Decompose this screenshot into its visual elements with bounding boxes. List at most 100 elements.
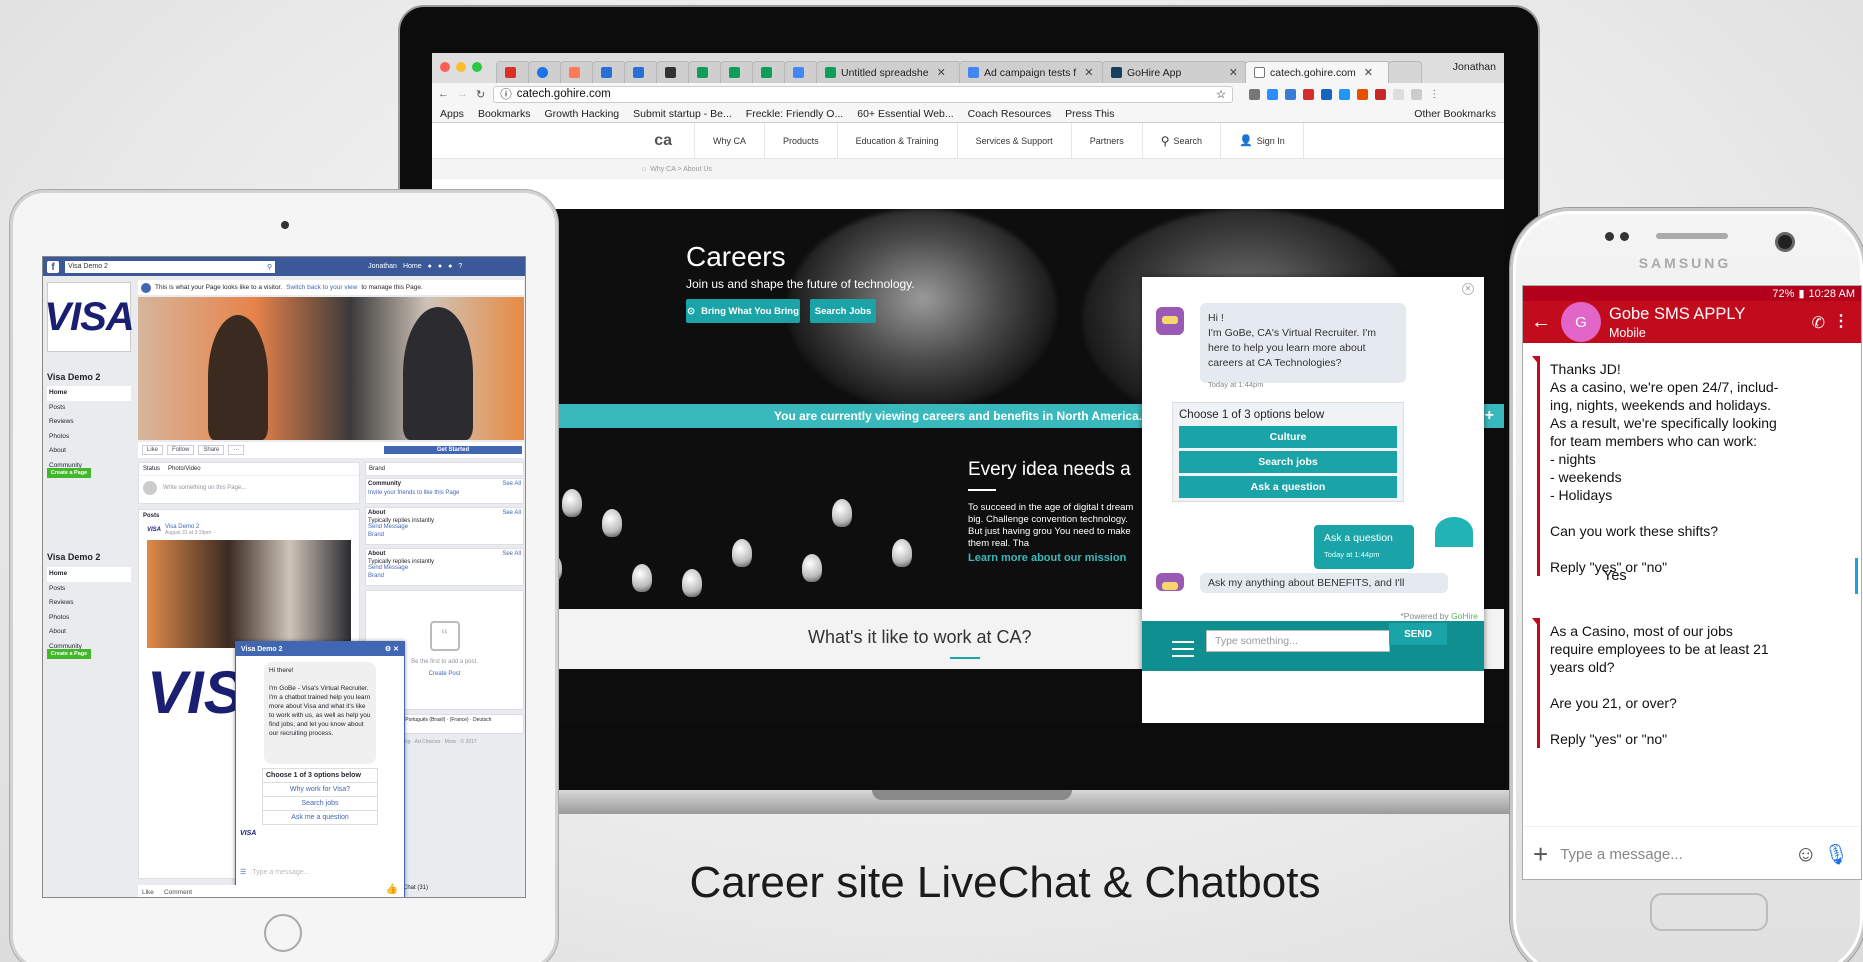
tab-sheet-1[interactable] xyxy=(688,61,722,83)
extension-icon[interactable] xyxy=(1411,88,1423,100)
share-button[interactable]: Share xyxy=(198,445,225,455)
bookmark-press-this[interactable]: Press This xyxy=(1065,108,1114,120)
extension-icon[interactable] xyxy=(1393,88,1405,100)
create-page-button[interactable]: Create a Page xyxy=(47,649,91,659)
close-window-icon[interactable] xyxy=(440,62,450,72)
url-field[interactable]: ⓘ catech.gohire.com ☆ xyxy=(493,85,1234,103)
tab-sheet-3[interactable] xyxy=(752,61,786,83)
microphone-icon[interactable]: 🎙 xyxy=(1824,842,1849,867)
new-tab-button[interactable] xyxy=(1388,61,1422,83)
extension-icon[interactable] xyxy=(1321,88,1333,100)
option-ask-question[interactable]: Ask me a question xyxy=(262,811,378,825)
facebook-search-input[interactable]: Visa Demo 2 xyxy=(65,260,275,273)
status-tab[interactable]: Status xyxy=(143,466,160,472)
mission-link[interactable]: Learn more about our mission xyxy=(968,552,1126,564)
messenger-input[interactable]: ☰ Type a message... xyxy=(240,868,309,876)
extension-icon[interactable] xyxy=(1303,88,1315,100)
message-input[interactable]: Type a message... xyxy=(1560,846,1683,863)
bookmark-freckle[interactable]: Freckle: Friendly O... xyxy=(746,108,843,120)
other-bookmarks[interactable]: Other Bookmarks xyxy=(1414,108,1496,120)
brand-link[interactable]: Brand xyxy=(368,532,521,538)
nav-reviews[interactable]: Reviews xyxy=(47,415,131,430)
chat-input[interactable]: Type something... xyxy=(1206,630,1390,652)
tab-gmail[interactable] xyxy=(496,61,530,83)
extension-icon[interactable] xyxy=(1267,88,1279,100)
menu-icon[interactable]: ☰ xyxy=(240,869,246,876)
page-name[interactable]: Visa Demo 2 xyxy=(47,372,100,382)
notifications-icon[interactable]: ● xyxy=(448,263,452,270)
bookmark-essential-web[interactable]: 60+ Essential Web... xyxy=(857,108,953,120)
brand-link[interactable]: Brand xyxy=(368,573,521,579)
gear-icon[interactable]: ⚙ xyxy=(385,646,391,653)
option-why-work[interactable]: Why work for Visa? xyxy=(262,783,378,797)
thumbs-up-icon[interactable]: 👍 xyxy=(386,884,398,895)
expand-icon[interactable]: + xyxy=(1485,407,1494,425)
gohire-link[interactable]: GoHire xyxy=(1451,611,1478,621)
nav-posts[interactable]: Posts xyxy=(47,401,131,416)
tab-two[interactable] xyxy=(624,61,658,83)
extension-icon[interactable] xyxy=(1285,88,1297,100)
bookmark-apps[interactable]: Apps xyxy=(440,108,464,120)
page-profile-picture[interactable]: VISA xyxy=(44,282,135,352)
option-search-jobs[interactable]: Search jobs xyxy=(1179,451,1397,473)
nav-products[interactable]: Products xyxy=(764,122,837,159)
nav-photos[interactable]: Photos xyxy=(47,430,131,445)
tab-doc[interactable] xyxy=(784,61,818,83)
close-chat-icon[interactable]: ✕ xyxy=(1462,283,1474,295)
nav-reviews[interactable]: Reviews xyxy=(47,596,131,611)
nav-posts[interactable]: Posts xyxy=(47,582,131,597)
add-attachment-icon[interactable]: + xyxy=(1533,839,1548,870)
tab-sheet-2[interactable] xyxy=(720,61,754,83)
bring-what-you-bring-button[interactable]: ⊙ Bring What You Bring xyxy=(686,299,800,323)
menu-icon[interactable] xyxy=(1172,641,1194,657)
see-all-link[interactable]: See All xyxy=(502,551,521,557)
nav-sign-in[interactable]: 👤 Sign In xyxy=(1220,122,1304,159)
nav-about[interactable]: About xyxy=(47,444,131,459)
cover-photo[interactable] xyxy=(138,297,524,440)
tab-gohire-app[interactable]: GoHire App ✕ xyxy=(1102,61,1247,83)
search-icon[interactable]: ⚲ xyxy=(267,263,272,271)
back-icon[interactable]: ← xyxy=(438,88,449,100)
send-button[interactable]: SEND xyxy=(1389,623,1447,645)
like-button[interactable]: Like xyxy=(142,445,164,455)
back-arrow-icon[interactable]: ← xyxy=(1531,311,1551,334)
profile-link[interactable]: Jonathan xyxy=(368,263,397,270)
bookmark-coach-resources[interactable]: Coach Resources xyxy=(968,108,1051,120)
nav-home[interactable]: Home xyxy=(47,567,131,582)
send-message-link[interactable]: Send Message xyxy=(368,524,521,530)
phone-call-icon[interactable]: ✆ xyxy=(1812,313,1825,333)
maximize-window-icon[interactable] xyxy=(472,62,482,72)
tab-ad-campaign[interactable]: Ad campaign tests f ✕ xyxy=(959,61,1104,83)
reload-icon[interactable]: ↻ xyxy=(476,88,485,101)
see-all-link[interactable]: See All xyxy=(502,510,521,516)
composer-input[interactable]: Write something on this Page... xyxy=(139,476,359,500)
messages-icon[interactable]: ● xyxy=(438,263,442,270)
nav-search[interactable]: ⚲ Search xyxy=(1141,122,1220,159)
option-culture[interactable]: Culture xyxy=(1179,426,1397,448)
bookmark-submit-startup[interactable]: Submit startup - Be... xyxy=(633,108,732,120)
close-icon[interactable]: ✕ xyxy=(393,646,399,653)
home-icon[interactable]: ⌂ xyxy=(642,166,646,173)
nav-partners[interactable]: Partners xyxy=(1070,122,1142,159)
nav-services[interactable]: Services & Support xyxy=(956,122,1071,159)
nav-home[interactable]: Home xyxy=(47,386,131,401)
close-tab-icon[interactable]: ✕ xyxy=(1084,66,1093,79)
tab-hubspot[interactable] xyxy=(560,61,594,83)
search-jobs-button[interactable]: Search Jobs xyxy=(810,299,876,323)
extension-icon[interactable] xyxy=(1357,88,1369,100)
contact-avatar[interactable]: G xyxy=(1561,302,1601,342)
tab-three[interactable] xyxy=(656,61,690,83)
get-started-button[interactable]: Get Started xyxy=(384,446,522,454)
photo-tab[interactable]: Photo/Video xyxy=(168,466,201,472)
minimize-window-icon[interactable] xyxy=(456,62,466,72)
page-name[interactable]: Visa Demo 2 xyxy=(47,552,100,562)
send-message-link[interactable]: Send Message xyxy=(368,565,521,571)
more-options-icon[interactable]: ⋮ xyxy=(1833,311,1849,331)
extension-icon[interactable] xyxy=(1375,88,1387,100)
nav-photos[interactable]: Photos xyxy=(47,611,131,626)
see-all-link[interactable]: See All xyxy=(502,481,521,487)
chat-bar[interactable]: Chat (31) xyxy=(403,885,428,891)
follow-button[interactable]: Follow xyxy=(167,445,195,455)
phone-home-button[interactable] xyxy=(1650,893,1768,931)
comment-action[interactable]: Comment xyxy=(164,889,192,896)
